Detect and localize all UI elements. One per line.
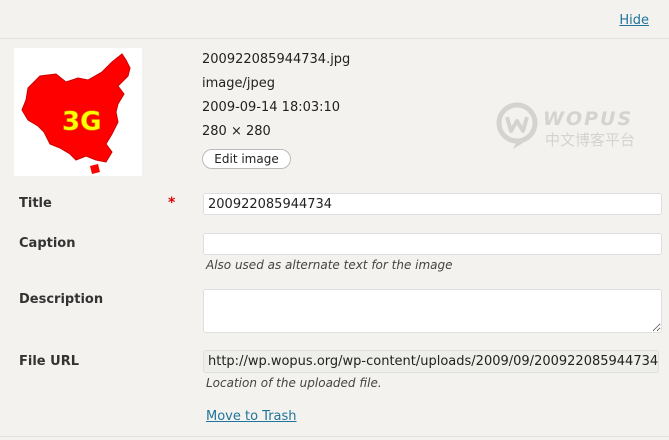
file-url-help-text: Location of the uploaded file. [206, 376, 382, 390]
caption-input[interactable] [203, 233, 662, 255]
description-textarea[interactable] [203, 289, 662, 333]
file-dimensions: 280 × 280 [202, 124, 271, 139]
title-label: Title [19, 196, 52, 211]
file-name: 200922085944734.jpg [202, 52, 351, 67]
file-url-field[interactable]: http://wp.wopus.org/wp-content/uploads/2… [203, 350, 659, 373]
china-map-3g-image: 3G [21, 53, 131, 174]
file-mime-type: image/jpeg [202, 76, 275, 91]
description-label: Description [19, 292, 104, 307]
move-to-trash-link[interactable]: Move to Trash [206, 409, 297, 424]
caption-label: Caption [19, 236, 76, 251]
image-thumbnail: 3G [14, 48, 142, 176]
wopus-logo-icon: WOPUS 中文博客平台 [496, 102, 635, 149]
svg-text:WOPUS: WOPUS [543, 108, 633, 130]
svg-text:中文博客平台: 中文博客平台 [545, 131, 635, 149]
svg-text:3G: 3G [62, 107, 101, 137]
file-upload-date: 2009-09-14 18:03:10 [202, 100, 341, 115]
wopus-watermark: WOPUS 中文博客平台 [495, 101, 655, 151]
file-url-label: File URL [19, 354, 79, 369]
caption-help-text: Also used as alternate text for the imag… [206, 258, 453, 272]
required-indicator: * [168, 195, 176, 211]
attachment-header: Hide [0, 0, 669, 39]
title-input[interactable] [203, 193, 662, 215]
edit-image-button[interactable]: Edit image [202, 149, 291, 169]
bottom-divider [0, 436, 669, 437]
hide-link[interactable]: Hide [619, 13, 649, 28]
